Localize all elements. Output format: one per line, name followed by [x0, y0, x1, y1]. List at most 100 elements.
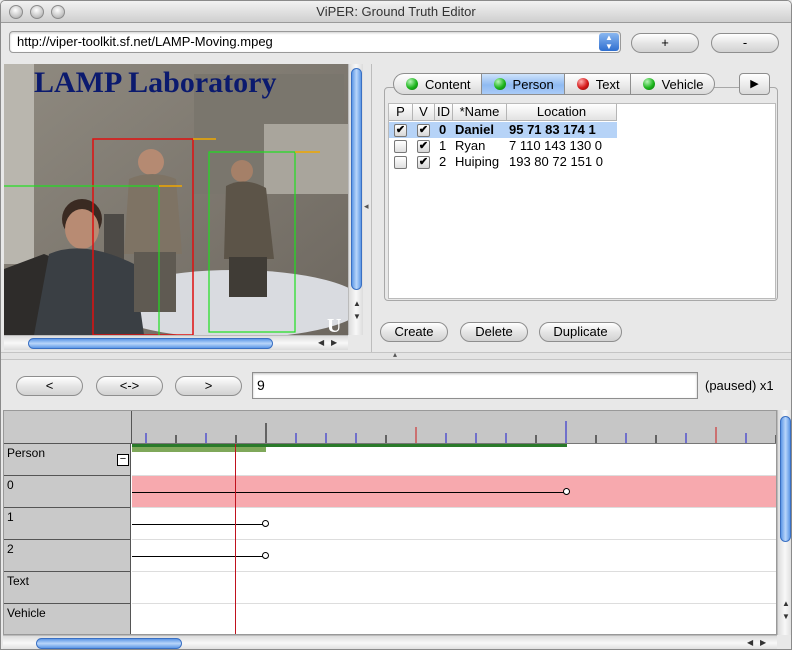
video-vertical-scroll-thumb[interactable] — [351, 68, 362, 290]
url-dropdown-icon[interactable]: ▲ ▼ — [599, 33, 619, 51]
row-location[interactable]: 95 71 83 174 1 — [509, 122, 596, 138]
track-label-text: Vehicle — [7, 606, 46, 620]
column-header-name[interactable]: *Name — [453, 104, 507, 121]
table-row[interactable]: ✔ 1 Ryan 7 110 143 130 0 — [389, 138, 617, 154]
horizontal-splitter[interactable]: ▴ — [1, 350, 791, 360]
visible-checkbox[interactable]: ✔ — [417, 124, 430, 137]
row-location[interactable]: 193 80 72 151 0 — [509, 154, 603, 170]
track-label-2[interactable]: 2 — [4, 540, 131, 572]
previous-frame-button[interactable]: < — [16, 376, 83, 396]
tab-person[interactable]: Person — [480, 73, 564, 95]
frame-number-input[interactable]: 9 — [252, 372, 698, 399]
tab-text[interactable]: Text — [563, 73, 630, 95]
zoom-window-button[interactable] — [51, 5, 65, 19]
track-label-text[interactable]: Text — [4, 572, 131, 604]
column-header-v[interactable]: V — [413, 104, 435, 121]
table-row[interactable]: ✔ ✔ 0 Daniel 95 71 83 174 1 — [389, 122, 617, 138]
video-overlay-title: LAMP Laboratory — [34, 66, 276, 99]
row-name[interactable]: Huiping — [455, 154, 499, 170]
video-vertical-scrollbar[interactable]: ▲ ▼ — [348, 64, 363, 335]
track-label-text: Text — [7, 574, 30, 588]
scroll-down-icon[interactable]: ▼ — [353, 312, 361, 321]
row-name[interactable]: Ryan — [455, 138, 485, 154]
window-title: ViPER: Ground Truth Editor — [316, 4, 476, 19]
remove-media-button[interactable]: - — [711, 33, 779, 53]
scroll-left-icon[interactable]: ◀ — [747, 638, 753, 647]
url-combo[interactable]: http://viper-toolkit.sf.net/LAMP-Moving.… — [9, 31, 621, 53]
row-name[interactable]: Daniel — [455, 122, 494, 138]
delete-button[interactable]: Delete — [460, 322, 528, 342]
propagate-checkbox[interactable] — [394, 140, 407, 153]
duplicate-button[interactable]: Duplicate — [539, 322, 622, 342]
track-label-text: Person — [7, 446, 46, 460]
tab-person-label: Person — [512, 76, 554, 92]
track-end-knot[interactable] — [262, 520, 269, 527]
video-frame[interactable]: LAMP Laboratory U — [4, 64, 348, 335]
descriptor-tabs: Content Person Text Vehicle — [393, 73, 715, 95]
column-header-id[interactable]: ID — [435, 104, 453, 121]
track-end-knot[interactable] — [563, 488, 570, 495]
track-label-vehicle[interactable]: Vehicle — [4, 604, 131, 634]
row-id: 2 — [439, 154, 447, 169]
minimize-window-button[interactable] — [30, 5, 44, 19]
create-button[interactable]: Create — [380, 322, 448, 342]
scroll-right-icon[interactable]: ▶ — [760, 638, 766, 647]
timeline-vertical-scroll-thumb[interactable] — [780, 416, 791, 542]
timeline-horizontal-scrollbar[interactable]: ◀ ▶ — [3, 635, 777, 649]
tab-content-label: Content — [425, 76, 471, 92]
tab-vehicle[interactable]: Vehicle — [629, 73, 715, 95]
timeline-panel[interactable]: Person − 0 1 2 Text Vehicle — [3, 410, 777, 635]
track-label-0[interactable]: 0 — [4, 476, 131, 508]
row-id: 0 — [439, 122, 447, 137]
video-horizontal-scroll-thumb[interactable] — [28, 338, 273, 349]
vertical-splitter[interactable] — [371, 64, 372, 354]
person-summary-lane[interactable] — [132, 444, 776, 476]
current-frame-marker[interactable] — [235, 444, 236, 634]
person-table[interactable]: P V ID *Name Location ✔ ✔ 0 Daniel 95 71… — [388, 103, 776, 299]
timeline-ruler[interactable] — [132, 411, 776, 444]
timeline-horizontal-scroll-thumb[interactable] — [36, 638, 182, 649]
track-span-line — [132, 556, 264, 557]
table-row[interactable]: ✔ 2 Huiping 193 80 72 151 0 — [389, 154, 617, 170]
track-end-knot[interactable] — [262, 552, 269, 559]
track-label-1[interactable]: 1 — [4, 508, 131, 540]
close-window-button[interactable] — [9, 5, 23, 19]
video-corner-text: U — [327, 315, 341, 335]
visible-checkbox[interactable]: ✔ — [417, 156, 430, 169]
green-status-icon — [493, 78, 506, 90]
video-horizontal-scrollbar[interactable]: ◀ ▶ — [4, 335, 348, 350]
timeline-ruler-ticks — [145, 421, 776, 443]
timeline-corner — [4, 411, 132, 444]
track-label-person[interactable]: Person − — [4, 444, 131, 476]
play-both-directions-button[interactable]: <-> — [96, 376, 163, 396]
splitter-grip-icon[interactable]: ◂ — [364, 201, 369, 212]
row-location[interactable]: 7 110 143 130 0 — [509, 138, 602, 154]
triangle-right-icon: ▶ — [750, 78, 759, 90]
column-header-p[interactable]: P — [389, 104, 413, 121]
splitter-up-icon[interactable]: ▴ — [393, 350, 397, 359]
person-selected-bar — [132, 447, 266, 452]
track-lane-2[interactable] — [132, 540, 776, 572]
add-media-button[interactable]: + — [631, 33, 699, 53]
tab-content[interactable]: Content — [393, 73, 481, 95]
propagate-checkbox[interactable]: ✔ — [394, 124, 407, 137]
scroll-down-icon[interactable]: ▼ — [782, 612, 790, 621]
timeline-vertical-scrollbar[interactable]: ▲ ▼ — [777, 410, 791, 635]
green-status-icon — [406, 78, 418, 90]
scroll-left-icon[interactable]: ◀ — [318, 338, 324, 347]
scroll-up-icon[interactable]: ▲ — [353, 299, 361, 308]
propagate-checkbox[interactable] — [394, 156, 407, 169]
track-lane-1[interactable] — [132, 508, 776, 540]
next-frame-button[interactable]: > — [175, 376, 242, 396]
tabs-more-button[interactable]: ▶ — [739, 73, 770, 95]
visible-checkbox[interactable]: ✔ — [417, 140, 430, 153]
collapse-icon[interactable]: − — [117, 454, 129, 466]
main-window: ViPER: Ground Truth Editor http://viper-… — [0, 0, 792, 650]
track-lane-0[interactable] — [132, 476, 776, 508]
track-lane-vehicle[interactable] — [132, 604, 776, 634]
scroll-up-icon[interactable]: ▲ — [782, 599, 790, 608]
scroll-right-icon[interactable]: ▶ — [331, 338, 337, 347]
title-bar: ViPER: Ground Truth Editor — [1, 1, 791, 23]
column-header-location[interactable]: Location — [507, 104, 617, 121]
track-lane-text[interactable] — [132, 572, 776, 604]
